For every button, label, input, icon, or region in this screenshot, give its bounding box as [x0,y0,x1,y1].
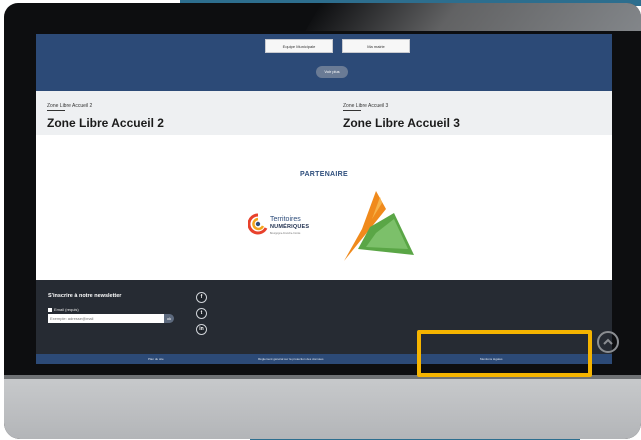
required-checkbox [48,307,52,312]
ma-mairie-button[interactable]: Ma mairie [342,39,410,53]
newsletter-email-label: Email (requis) [48,307,79,312]
rgpd-link[interactable]: Règlement général sur la protection des … [258,354,324,364]
highlight-box [417,330,592,377]
twitter-icon[interactable]: t [196,308,207,319]
newsletter-submit-button[interactable]: ok [164,314,174,323]
zone-3-underline [343,110,361,111]
tn-logo-line3: Bourgogne-Franche-Comté [270,232,301,235]
newsletter-title: S'inscrire à notre newsletter [48,293,122,299]
facebook-icon[interactable]: f [196,292,207,303]
tn-logo-line1: Territoires [270,216,301,223]
scroll-to-top-button[interactable] [597,331,619,353]
linkedin-icon[interactable]: in [196,324,207,335]
zone-2-title: Zone Libre Accueil 2 [47,116,164,130]
monitor-chin [4,379,641,439]
plan-du-site-link[interactable]: Plan du site [148,354,164,364]
equipe-municipale-button[interactable]: Equipe Municipale [265,39,333,53]
website-screen: Equipe Municipale Ma mairie Voir plus Zo… [36,34,612,364]
newsletter-label-text: Email (requis) [54,307,79,312]
territoires-numeriques-logo[interactable]: Territoires NUMÉRIQUES Bourgogne-Franche… [247,213,328,239]
partners-title: PARTENAIRE [300,171,348,178]
tn-logo-line2: NUMÉRIQUES [270,224,310,230]
partners-section: PARTENAIRE Territoires NUMÉRIQUES Bourgo… [36,135,612,280]
voir-plus-button[interactable]: Voir plus [316,66,348,78]
zone-2-underline [47,110,65,111]
screen-glare [305,3,641,31]
partner-triangle-logo-icon[interactable] [336,189,416,264]
tn-emblem-icon [247,213,268,235]
zone-libre-3: Zone Libre Accueil 3 Zone Libre Accueil … [332,91,612,135]
zone-3-label: Zone Libre Accueil 3 [343,103,389,109]
zones-libres: Zone Libre Accueil 2 Zone Libre Accueil … [36,91,612,135]
newsletter-email-input[interactable] [48,314,164,323]
chevron-up-icon [603,338,613,345]
hero-section: Equipe Municipale Ma mairie Voir plus [36,34,612,91]
zone-3-title: Zone Libre Accueil 3 [343,116,460,130]
zone-libre-2: Zone Libre Accueil 2 Zone Libre Accueil … [36,91,324,135]
screenshot-stage: Equipe Municipale Ma mairie Voir plus Zo… [0,0,641,440]
zone-2-label: Zone Libre Accueil 2 [47,103,93,109]
